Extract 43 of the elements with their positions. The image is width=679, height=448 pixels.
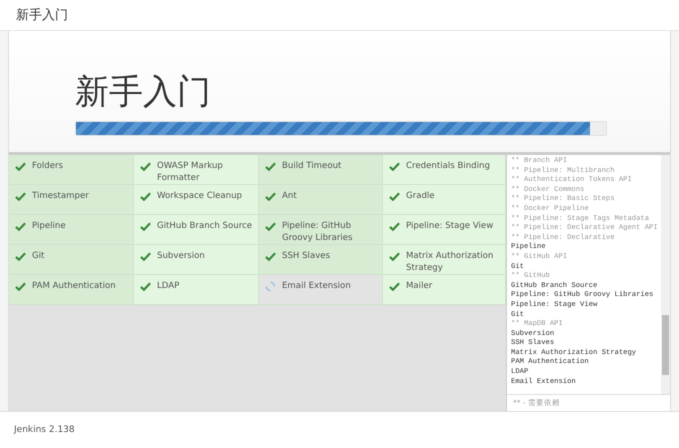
plugin-name: Gradle (406, 190, 435, 202)
checkmark-icon (140, 191, 151, 202)
plugin-name: Pipeline (32, 220, 66, 232)
plugin-name: LDAP (157, 280, 180, 292)
plugin-name: Matrix Authorization Strategy (406, 250, 494, 274)
heading: 新手入门 (75, 71, 212, 114)
plugin-name: Ant (282, 190, 297, 202)
checkmark-icon (15, 251, 26, 262)
checkmark-icon (389, 161, 400, 172)
plugin-name: Folders (32, 160, 64, 172)
plugin-name: Build Timeout (282, 160, 342, 172)
plugin-name: SSH Slaves (282, 250, 330, 262)
plugin-name: Pipeline: GitHub Groovy Libraries (282, 220, 354, 244)
checkmark-icon (265, 161, 276, 172)
checkmark-icon (265, 251, 276, 262)
checkmark-icon (15, 221, 26, 232)
version-text: Jenkins 2.138 (14, 425, 75, 435)
plugin-name: Email Extension (282, 280, 351, 292)
plugin-name: GitHub Branch Source (157, 220, 252, 232)
checkmark-icon (389, 251, 400, 262)
checkmark-icon (389, 221, 400, 232)
plugin-name: Workspace Cleanup (157, 190, 242, 202)
plugin-name: OWASP Markup Formatter (157, 160, 224, 184)
checkmark-icon (15, 281, 26, 292)
plugin-name: Git (32, 250, 44, 262)
checkmark-icon (140, 221, 151, 232)
checkmark-icon (265, 191, 276, 202)
checkmark-icon (140, 161, 151, 172)
plugin-name: Subversion (157, 250, 205, 262)
plugin-name: Mailer (406, 280, 432, 292)
checkmark-icon (15, 161, 26, 172)
checkmark-icon (389, 281, 400, 292)
plugin-name: Credentials Binding (406, 160, 490, 172)
window-title: 新手入门 (16, 7, 68, 24)
checkmark-icon (15, 191, 26, 202)
plugin-name: PAM Authentication (32, 280, 116, 292)
checkmark-icon (140, 281, 151, 292)
checkmark-icon (140, 251, 151, 262)
checkmark-icon (389, 191, 400, 202)
spinner-icon (265, 281, 276, 292)
plugin-name: Pipeline: Stage View (406, 220, 494, 232)
plugin-name: Timestamper (32, 190, 89, 202)
checkmark-icon (265, 221, 276, 232)
